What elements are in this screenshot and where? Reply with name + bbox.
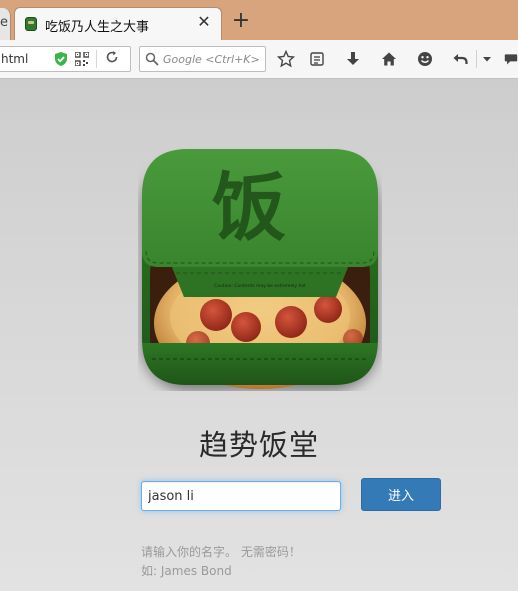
reading-list-icon[interactable] — [307, 49, 327, 69]
toolbar-divider — [476, 50, 477, 68]
new-tab-button[interactable]: + — [230, 10, 252, 32]
reload-icon[interactable] — [103, 50, 121, 68]
close-tab-icon[interactable]: ✕ — [195, 13, 213, 31]
previous-tab[interactable]: e — [0, 8, 11, 40]
previous-tab-label: e — [0, 15, 8, 30]
enter-button[interactable]: 进入 — [361, 478, 441, 511]
app-title: 趋势饭堂 — [198, 428, 319, 462]
search-placeholder: Google <Ctrl+K> — [163, 53, 260, 66]
hint-example: 如: James Bond — [141, 564, 232, 578]
qr-code-icon[interactable] — [75, 52, 89, 66]
pizza-box-favicon-icon — [25, 17, 37, 31]
home-icon[interactable] — [379, 49, 399, 69]
address-text: html — [1, 52, 29, 66]
tab-title: 吃饭乃人生之大事 — [45, 20, 150, 35]
lid-fine-print: Caution: Contents may be extremely hot — [214, 283, 306, 289]
active-tab[interactable]: 吃饭乃人生之大事 ✕ — [14, 7, 222, 41]
browser-titlebar: e 吃饭乃人生之大事 ✕ + — [0, 0, 518, 41]
undo-back-icon[interactable] — [450, 49, 470, 69]
bookmark-star-icon[interactable] — [276, 49, 296, 69]
address-bar-divider — [96, 50, 97, 68]
name-input[interactable] — [141, 481, 341, 511]
search-bar[interactable]: Google <Ctrl+K> — [139, 46, 266, 72]
hint-text: 请输入你的名字。 无需密码！ — [141, 545, 301, 559]
app-logo-pizza-box: 饭 Caution: Contents may be extremely hot — [142, 149, 378, 389]
security-shield-icon[interactable] — [53, 51, 69, 67]
chat-bubble-icon[interactable] — [504, 49, 518, 69]
download-icon[interactable] — [343, 49, 363, 69]
lid-character: 饭 — [212, 165, 286, 251]
browser-toolbar: html Google <Ctrl+K> — [0, 40, 518, 79]
search-icon — [145, 52, 159, 66]
chevron-down-icon[interactable] — [479, 49, 495, 69]
reload-arrow-icon — [106, 51, 118, 63]
pizza-box-front-lip — [142, 339, 378, 385]
address-bar[interactable]: html — [0, 46, 131, 72]
smiley-feedback-icon[interactable] — [415, 49, 435, 69]
